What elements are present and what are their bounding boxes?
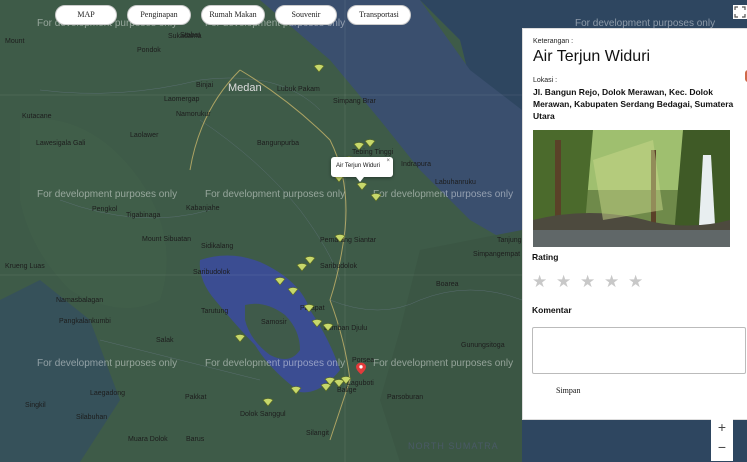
tab-transportasi[interactable]: Transportasi xyxy=(347,5,411,25)
star-icon[interactable]: ★ xyxy=(532,272,549,291)
place-label: Labuhanruku xyxy=(435,179,476,186)
place-label: Balige xyxy=(337,387,357,394)
region-label: NORTH SUMATRA xyxy=(408,441,499,451)
location-marker-icon[interactable] xyxy=(370,193,382,202)
place-label: Laomergap xyxy=(164,96,200,103)
place-label: Sukadama xyxy=(168,33,202,40)
komentar-label: Komentar xyxy=(532,305,572,315)
place-label: Pematang Siantar xyxy=(320,237,377,244)
star-icon[interactable]: ★ xyxy=(580,272,597,291)
close-icon[interactable]: × xyxy=(386,158,390,164)
zoom-out-button[interactable]: − xyxy=(711,437,733,457)
place-label: Laegadong xyxy=(90,390,126,397)
location-marker-icon[interactable] xyxy=(322,323,334,332)
place-label: Saribudolok xyxy=(193,269,230,276)
place-label: Bangunpurba xyxy=(257,140,300,147)
place-label: Salak xyxy=(156,337,174,344)
place-label: Pondok xyxy=(137,47,161,54)
save-button[interactable]: Simpan xyxy=(556,386,580,395)
place-label: Medan xyxy=(228,82,262,94)
popup-tip xyxy=(356,177,364,182)
place-label: Lawesigala Gali xyxy=(36,140,86,147)
place-label: Muara Dolok xyxy=(128,436,168,443)
rating-stars: ★ ★ ★ ★ ★ xyxy=(532,272,645,292)
place-label: Namorukur xyxy=(176,111,211,118)
location-marker-icon[interactable] xyxy=(290,386,302,395)
category-tabs: MAP Penginapan Rumah Makan Souvenir Tran… xyxy=(55,5,411,25)
location-marker-icon[interactable] xyxy=(356,182,368,191)
place-label: Silangit xyxy=(306,430,329,437)
location-marker-icon[interactable] xyxy=(274,277,286,286)
place-label: Pengkol xyxy=(92,206,118,213)
watermark: For development purposes only xyxy=(37,189,178,200)
place-label: Saribudolok xyxy=(320,263,357,270)
place-label: Tigabinaga xyxy=(126,212,161,219)
location-marker-icon[interactable] xyxy=(234,334,246,343)
place-label: Binjai xyxy=(196,82,214,89)
place-label: Gunungsitoga xyxy=(461,342,505,349)
place-title: Air Terjun Widuri xyxy=(533,48,651,65)
place-label: Singkil xyxy=(25,402,46,409)
zoom-control: + − xyxy=(711,415,733,461)
star-icon[interactable]: ★ xyxy=(604,272,621,291)
location-marker-icon[interactable] xyxy=(313,64,325,73)
location-marker-icon[interactable] xyxy=(364,139,376,148)
place-label: Barus xyxy=(186,436,205,443)
place-label: Kutacane xyxy=(22,113,52,120)
place-label: Silabuhan xyxy=(76,414,108,421)
selected-marker-icon[interactable] xyxy=(356,362,366,375)
tab-map[interactable]: MAP xyxy=(55,5,117,25)
waterfall-photo xyxy=(533,130,730,247)
place-label: Mount xyxy=(5,38,25,45)
location-marker-icon[interactable] xyxy=(287,287,299,296)
address-text: Jl. Bangun Rejo, Dolok Merawan, Kec. Dol… xyxy=(533,87,734,121)
place-label: Pakkat xyxy=(185,394,207,401)
place-label: Dolok Sanggul xyxy=(240,411,286,418)
location-marker-icon[interactable] xyxy=(303,304,315,313)
place-label: Samosir xyxy=(261,319,287,326)
location-marker-icon[interactable] xyxy=(296,263,308,272)
place-label: Namasbalagan xyxy=(56,297,104,304)
watermark: For development purposes only xyxy=(205,189,346,200)
location-marker-icon[interactable] xyxy=(334,234,346,243)
watermark: For development purposes only xyxy=(37,358,178,369)
tab-souvenir[interactable]: Souvenir xyxy=(275,5,337,25)
place-label: Mount Sibuatan xyxy=(142,236,192,243)
zoom-in-button[interactable]: + xyxy=(711,417,733,437)
detail-panel: Keterangan : Air Terjun Widuri Lokasi : … xyxy=(522,28,747,420)
place-label: Tarutung xyxy=(201,308,229,315)
star-icon[interactable]: ★ xyxy=(556,272,573,291)
place-label: Simpangempat xyxy=(473,251,521,258)
watermark: For development purposes only xyxy=(205,358,346,369)
tab-penginapan[interactable]: Penginapan xyxy=(127,5,191,25)
keterangan-label: Keterangan : xyxy=(533,38,574,45)
watermark: For development purposes only xyxy=(373,358,514,369)
popup-text: Air Terjun Widuri xyxy=(336,163,380,169)
place-label: Parsoburan xyxy=(387,394,424,401)
watermark: For development purposes only xyxy=(373,189,514,200)
place-label: Indrapura xyxy=(401,161,431,168)
place-label: Tanjung xyxy=(497,237,522,244)
place-label: Lubuk Pakam xyxy=(277,86,320,93)
info-popup[interactable]: Air Terjun Widuri × xyxy=(331,157,393,177)
comment-textarea[interactable] xyxy=(532,327,746,374)
place-label: Simpang Brar xyxy=(333,98,376,105)
location-marker-icon[interactable] xyxy=(262,398,274,407)
place-label: Krueng Luas xyxy=(5,263,45,270)
place-label: Kabanjahe xyxy=(186,205,220,212)
rating-label: Rating xyxy=(532,252,559,262)
tab-rumah-makan[interactable]: Rumah Makan xyxy=(201,5,265,25)
lokasi-label: Lokasi : xyxy=(533,77,558,84)
place-label: Laolawer xyxy=(130,132,159,139)
star-icon[interactable]: ★ xyxy=(628,272,645,291)
place-label: Pangkalankumbi xyxy=(59,318,111,325)
place-label: Boarea xyxy=(436,281,459,288)
location-marker-icon[interactable] xyxy=(340,376,352,385)
fullscreen-icon[interactable] xyxy=(733,5,747,19)
place-label: Sidikalang xyxy=(201,243,234,250)
